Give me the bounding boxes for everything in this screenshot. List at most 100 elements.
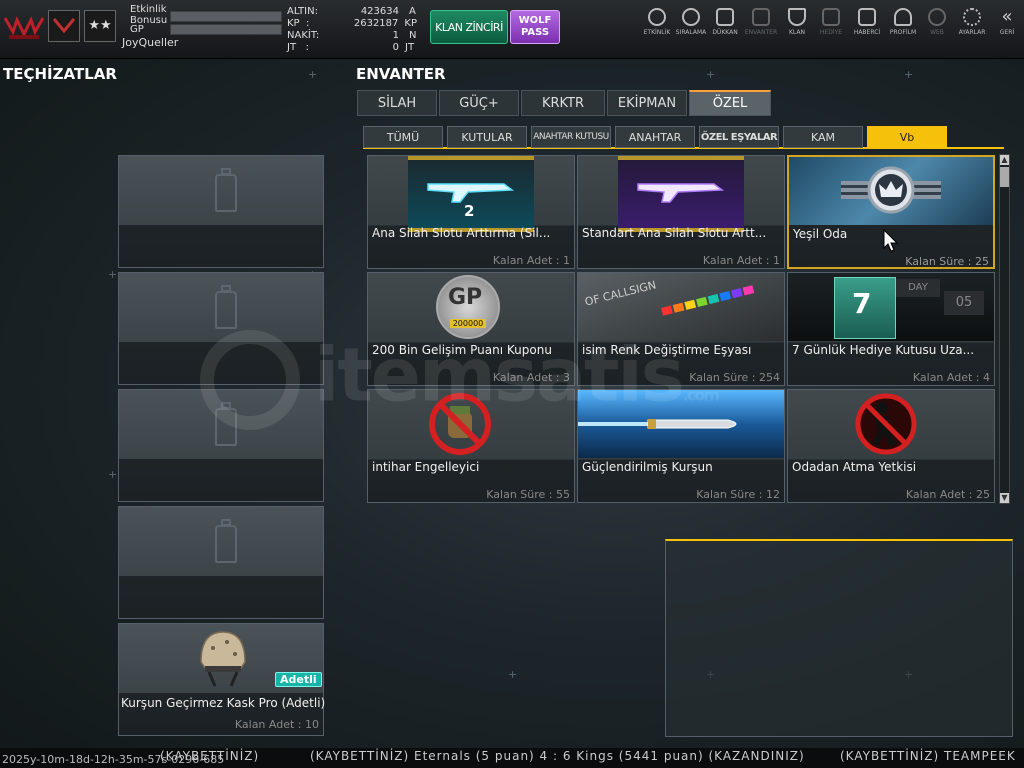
- equipment-slot[interactable]: [118, 506, 324, 619]
- helmet-icon: [195, 628, 251, 688]
- globe-icon: [928, 8, 946, 26]
- calendar-gift-icon: 7 DAY 05: [788, 273, 994, 341]
- clan-logo: [3, 12, 45, 42]
- back-chevron-icon: «: [1001, 6, 1013, 27]
- nav-klan[interactable]: KLAN: [780, 8, 814, 36]
- helmet-slot[interactable]: Adetli Kurşun Geçirmez Kask Pro (Adetli)…: [118, 623, 325, 736]
- equipment-title: TEÇHİZATLAR: [3, 65, 117, 83]
- item-count: Kalan Süre : 55: [486, 488, 570, 501]
- currency-block: ALTIN: 423634 A KP : 2632187 KP NAKİT: 1 N JT …: [287, 6, 417, 54]
- nav-label: GERİ: [999, 29, 1015, 36]
- item-count: Kalan Adet : 1: [492, 254, 570, 267]
- scroll-thumb[interactable]: [1000, 167, 1009, 187]
- nav-label: KLAN: [788, 29, 805, 36]
- inventory-item[interactable]: Odadan Atma Yetkisi Kalan Adet : 25: [787, 389, 995, 503]
- inventory-item[interactable]: Standart Ana Silah Slotu Artt... Kalan A…: [577, 155, 785, 269]
- kick-player-icon: [854, 392, 918, 456]
- watermark-text: itemsatis: [314, 332, 685, 419]
- subtab-kutular[interactable]: KUTULAR: [447, 126, 527, 148]
- nav-geri[interactable]: « GERİ: [990, 6, 1024, 37]
- nav-label: HEDİYE: [819, 29, 843, 36]
- inventory-item-selected[interactable]: Yeşil Oda Kalan Süre : 25: [787, 155, 995, 269]
- jt-label: JT :: [287, 42, 309, 53]
- nav-label: WEB: [930, 29, 944, 36]
- item-name: intihar Engelleyici: [372, 460, 480, 474]
- ticker-message: (KAYBETTİNİZ) TEAMPEEK: [840, 749, 1016, 763]
- nav-envanter[interactable]: ENVANTER: [744, 8, 778, 36]
- tab-ekipman[interactable]: EKİPMAN: [607, 90, 687, 116]
- kp-unit: KP: [404, 18, 417, 29]
- item-name: Güçlendirilmiş Kurşun: [582, 460, 713, 474]
- subtab-anahtar-kutusu[interactable]: ANAHTAR KUTUSU: [531, 126, 611, 148]
- bottom-ticker: 2025y-10m-18d-12h-35m-57s-0296-685 (KAYB…: [0, 748, 1024, 768]
- decor-plus: +: [308, 68, 318, 81]
- slot-number: 2: [464, 202, 475, 220]
- klan-chain-button[interactable]: KLAN ZİNCİRİ: [430, 10, 508, 44]
- gp-bar: [170, 24, 282, 35]
- kp-label: KP :: [287, 18, 310, 29]
- nav-label: AYARLAR: [958, 29, 986, 36]
- nav-label: SIRALAMA: [675, 29, 707, 36]
- jt-unit: JT: [405, 42, 415, 53]
- ticker-message: (KAYBETTİNİZ): [160, 749, 260, 763]
- subtab-kam[interactable]: KAM: [783, 126, 863, 148]
- nav-label: HABERCİ: [853, 29, 881, 36]
- gold-unit: A: [409, 6, 416, 17]
- item-count: Kalan Adet : 25: [905, 488, 990, 501]
- equipment-slot[interactable]: [118, 155, 324, 268]
- spray-can-icon: [215, 291, 237, 329]
- item-count: Kalan Adet : 4: [912, 371, 990, 384]
- username: JoyQueller: [122, 36, 179, 49]
- stopwatch-icon: [648, 8, 666, 26]
- nav-dukkan[interactable]: DÜKKAN: [708, 8, 742, 36]
- inventory-item[interactable]: 2 Ana Silah Slotu Arttırma (Sil... Kalan…: [367, 155, 575, 269]
- nav-siralama[interactable]: SIRALAMA: [674, 8, 708, 36]
- subtab-ozel-esyalar[interactable]: ÖZEL EŞYALAR: [699, 126, 779, 148]
- tab-guc[interactable]: GÜÇ+: [439, 90, 519, 116]
- spray-can-icon: [215, 525, 237, 563]
- nav-ayarlar[interactable]: AYARLAR: [955, 8, 989, 36]
- item-name: 7 Günlük Hediye Kutusu Uza...: [792, 343, 975, 357]
- megaphone-icon: [858, 8, 876, 26]
- decor-plus: +: [904, 68, 914, 81]
- day-number: 7: [852, 287, 872, 320]
- mouse-cursor-icon: [883, 228, 899, 257]
- spray-can-icon: [215, 174, 237, 212]
- scroll-up-arrow-icon[interactable]: ▲: [1000, 155, 1009, 165]
- gear-icon: [963, 8, 981, 26]
- jt-value: 0: [392, 42, 399, 53]
- tab-krktr[interactable]: KRKTR: [521, 90, 605, 116]
- wolf-pass-button[interactable]: WOLF PASS: [510, 10, 560, 44]
- decor-plus: +: [108, 468, 118, 481]
- nav-web[interactable]: WEB: [920, 8, 954, 36]
- subtab-tumu[interactable]: TÜMÜ: [363, 126, 443, 148]
- helmet-count: Kalan Adet : 10: [234, 718, 319, 731]
- tab-silah[interactable]: SİLAH: [357, 90, 437, 116]
- nav-label: ETKİNLİK: [643, 29, 671, 36]
- decor-plus: +: [508, 668, 518, 681]
- inventory-item[interactable]: 7 DAY 05 7 Günlük Hediye Kutusu Uza... K…: [787, 272, 995, 386]
- cash-value: 1: [392, 30, 399, 41]
- subtab-vb[interactable]: Vb: [867, 126, 947, 148]
- inventory-icon: [752, 8, 770, 26]
- shield-icon: [788, 8, 806, 26]
- nav-hediye[interactable]: HEDİYE: [814, 8, 848, 36]
- gp-label: GP: [130, 24, 144, 35]
- inventory-scrollbar[interactable]: ▲ ▼: [999, 154, 1010, 504]
- item-name: Standart Ana Silah Slotu Artt...: [582, 226, 767, 240]
- tab-ozel[interactable]: ÖZEL: [689, 90, 771, 116]
- nav-profilm[interactable]: PROFİLM: [886, 8, 920, 36]
- profile-icon: [894, 8, 912, 26]
- cart-icon: [716, 8, 734, 26]
- decor-plus: +: [108, 268, 118, 281]
- item-count: Kalan Adet : 1: [702, 254, 780, 267]
- nav-label: PROFİLM: [889, 29, 917, 36]
- nav-haberci[interactable]: HABERCİ: [850, 8, 884, 36]
- nav-etkinlik[interactable]: ETKİNLİK: [640, 8, 674, 36]
- scroll-down-arrow-icon[interactable]: ▼: [1000, 493, 1009, 503]
- subtab-anahtar[interactable]: ANAHTAR: [615, 126, 695, 148]
- cash-label: NAKİT:: [287, 30, 320, 41]
- gold-value: 423634: [360, 6, 399, 17]
- kp-value: 2632187: [353, 18, 399, 29]
- rifle-slot-icon: [618, 156, 744, 232]
